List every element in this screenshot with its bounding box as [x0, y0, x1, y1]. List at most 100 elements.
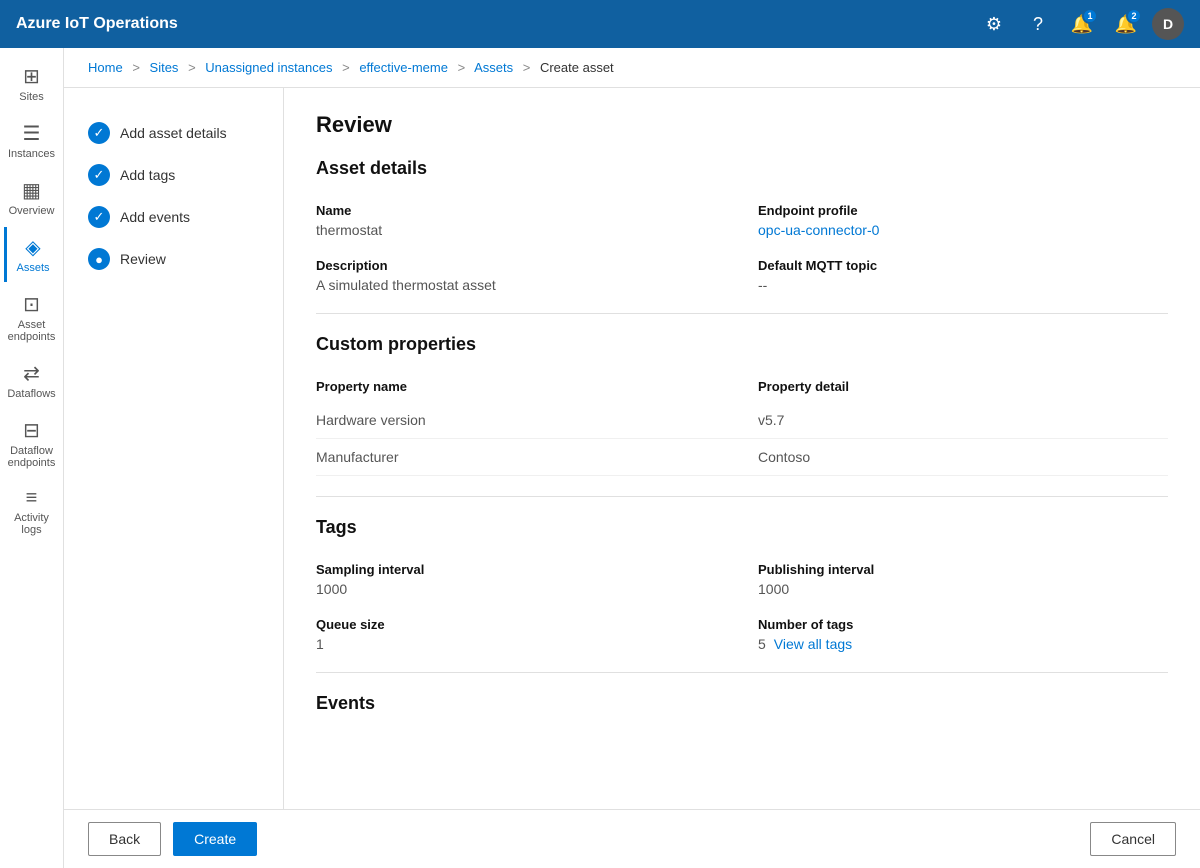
notifications-badge: 2 — [1126, 8, 1142, 24]
help-button[interactable]: ? — [1020, 6, 1056, 42]
breadcrumb-sites[interactable]: Sites — [150, 60, 179, 75]
create-button[interactable]: Create — [173, 822, 257, 856]
publishing-interval-label: Publishing interval — [758, 562, 1168, 577]
settings-button[interactable]: ⚙ — [976, 6, 1012, 42]
cancel-button[interactable]: Cancel — [1090, 822, 1176, 856]
sidebar-item-overview[interactable]: ▦ Overview — [4, 170, 60, 225]
step-label-add-events: Add events — [120, 209, 190, 225]
custom-prop-row-1: Manufacturer Contoso — [316, 439, 1168, 476]
custom-properties-section-title: Custom properties — [316, 334, 1168, 363]
sidebar-item-instances[interactable]: ☰ Instances — [4, 113, 60, 168]
breadcrumb-effective-meme[interactable]: effective-meme — [359, 60, 448, 75]
asset-endpoints-icon: ⊡ — [23, 292, 40, 317]
sidebar-label-overview: Overview — [9, 205, 55, 217]
activity-logs-icon: ≡ — [26, 487, 38, 510]
breadcrumb-unassigned-instances[interactable]: Unassigned instances — [205, 60, 332, 75]
main-layout: ⊞ Sites ☰ Instances ▦ Overview ◈ Assets … — [0, 48, 1200, 868]
topnav-icons: ⚙ ? 🔔 1 🔔 2 D — [976, 6, 1184, 42]
number-of-tags-value: 5 — [758, 636, 766, 652]
endpoint-profile-value[interactable]: opc-ua-connector-0 — [758, 222, 1168, 238]
sidebar-label-instances: Instances — [8, 148, 55, 160]
breadcrumb-current: Create asset — [540, 60, 614, 75]
divider-1 — [316, 313, 1168, 314]
sidebar-label-asset-endpoints: Asset endpoints — [8, 319, 56, 343]
wizard-steps: ✓ Add asset details ✓ Add tags ✓ Add eve… — [64, 88, 284, 809]
queue-size-value: 1 — [316, 636, 726, 652]
asset-details-section-title: Asset details — [316, 158, 1168, 187]
sampling-interval-value: 1000 — [316, 581, 726, 597]
breadcrumb-home[interactable]: Home — [88, 60, 123, 75]
help-icon: ? — [1033, 14, 1043, 35]
sidebar-item-assets[interactable]: ◈ Assets — [4, 227, 60, 282]
step-icon-add-tags: ✓ — [88, 164, 110, 186]
sampling-interval-label: Sampling interval — [316, 562, 726, 577]
field-endpoint-profile: Endpoint profile opc-ua-connector-0 — [758, 203, 1168, 238]
review-title: Review — [316, 112, 1168, 138]
divider-3 — [316, 672, 1168, 673]
asset-details-grid: Name thermostat Endpoint profile opc-ua-… — [316, 203, 1168, 293]
dataflows-icon: ⇄ — [23, 361, 40, 386]
sidebar-item-sites[interactable]: ⊞ Sites — [4, 56, 60, 111]
name-label: Name — [316, 203, 726, 218]
wizard-layout: ✓ Add asset details ✓ Add tags ✓ Add eve… — [64, 88, 1200, 809]
queue-size-label: Queue size — [316, 617, 726, 632]
step-review[interactable]: ● Review — [80, 238, 267, 280]
divider-2 — [316, 496, 1168, 497]
instances-icon: ☰ — [23, 121, 41, 146]
sidebar-label-activity-logs: Activity logs — [8, 512, 56, 536]
breadcrumb: Home > Sites > Unassigned instances > ef… — [64, 48, 1200, 88]
alerts-button[interactable]: 🔔 1 — [1064, 6, 1100, 42]
default-mqtt-topic-value: -- — [758, 277, 1168, 293]
endpoint-profile-label: Endpoint profile — [758, 203, 1168, 218]
content-area: Home > Sites > Unassigned instances > ef… — [64, 48, 1200, 868]
step-label-review: Review — [120, 251, 166, 267]
sidebar-label-assets: Assets — [16, 262, 49, 274]
tags-grid: Sampling interval 1000 Publishing interv… — [316, 562, 1168, 652]
custom-props-header: Property name Property detail — [316, 379, 1168, 394]
property-detail-col-header: Property detail — [758, 379, 1168, 394]
sites-icon: ⊞ — [23, 64, 40, 89]
review-panel: Review Asset details Name thermostat End… — [284, 88, 1200, 809]
sidebar-item-activity-logs[interactable]: ≡ Activity logs — [4, 479, 60, 544]
custom-prop-name-1: Manufacturer — [316, 449, 726, 465]
sidebar-item-dataflow-endpoints[interactable]: ⊟ Dataflow endpoints — [4, 410, 60, 477]
sidebar: ⊞ Sites ☰ Instances ▦ Overview ◈ Assets … — [0, 48, 64, 868]
topnav: Azure IoT Operations ⚙ ? 🔔 1 🔔 2 D — [0, 0, 1200, 48]
property-name-col-header: Property name — [316, 379, 726, 394]
events-section-title: Events — [316, 693, 1168, 722]
step-label-add-tags: Add tags — [120, 167, 175, 183]
step-add-events[interactable]: ✓ Add events — [80, 196, 267, 238]
number-of-tags-label: Number of tags — [758, 617, 1168, 632]
default-mqtt-topic-label: Default MQTT topic — [758, 258, 1168, 273]
name-value: thermostat — [316, 222, 726, 238]
sidebar-label-dataflow-endpoints: Dataflow endpoints — [8, 445, 56, 469]
step-add-tags[interactable]: ✓ Add tags — [80, 154, 267, 196]
step-label-add-asset-details: Add asset details — [120, 125, 227, 141]
field-description: Description A simulated thermostat asset — [316, 258, 726, 293]
sidebar-item-asset-endpoints[interactable]: ⊡ Asset endpoints — [4, 284, 60, 351]
custom-prop-name-0: Hardware version — [316, 412, 726, 428]
publishing-interval-value: 1000 — [758, 581, 1168, 597]
view-all-tags-link[interactable]: View all tags — [774, 636, 852, 652]
sidebar-item-dataflows[interactable]: ⇄ Dataflows — [4, 353, 60, 408]
description-value: A simulated thermostat asset — [316, 277, 726, 293]
sidebar-label-sites: Sites — [19, 91, 43, 103]
custom-prop-detail-0: v5.7 — [758, 412, 1168, 428]
custom-prop-detail-1: Contoso — [758, 449, 1168, 465]
avatar[interactable]: D — [1152, 8, 1184, 40]
tags-section-title: Tags — [316, 517, 1168, 546]
assets-icon: ◈ — [25, 235, 40, 260]
dataflow-endpoints-icon: ⊟ — [23, 418, 40, 443]
field-queue-size: Queue size 1 — [316, 617, 726, 652]
notifications-button[interactable]: 🔔 2 — [1108, 6, 1144, 42]
field-publishing-interval: Publishing interval 1000 — [758, 562, 1168, 597]
step-icon-review: ● — [88, 248, 110, 270]
custom-prop-row-0: Hardware version v5.7 — [316, 402, 1168, 439]
step-icon-add-asset-details: ✓ — [88, 122, 110, 144]
step-add-asset-details[interactable]: ✓ Add asset details — [80, 112, 267, 154]
breadcrumb-assets[interactable]: Assets — [474, 60, 513, 75]
step-icon-add-events: ✓ — [88, 206, 110, 228]
alerts-badge: 1 — [1082, 8, 1098, 24]
back-button[interactable]: Back — [88, 822, 161, 856]
gear-icon: ⚙ — [986, 14, 1002, 35]
